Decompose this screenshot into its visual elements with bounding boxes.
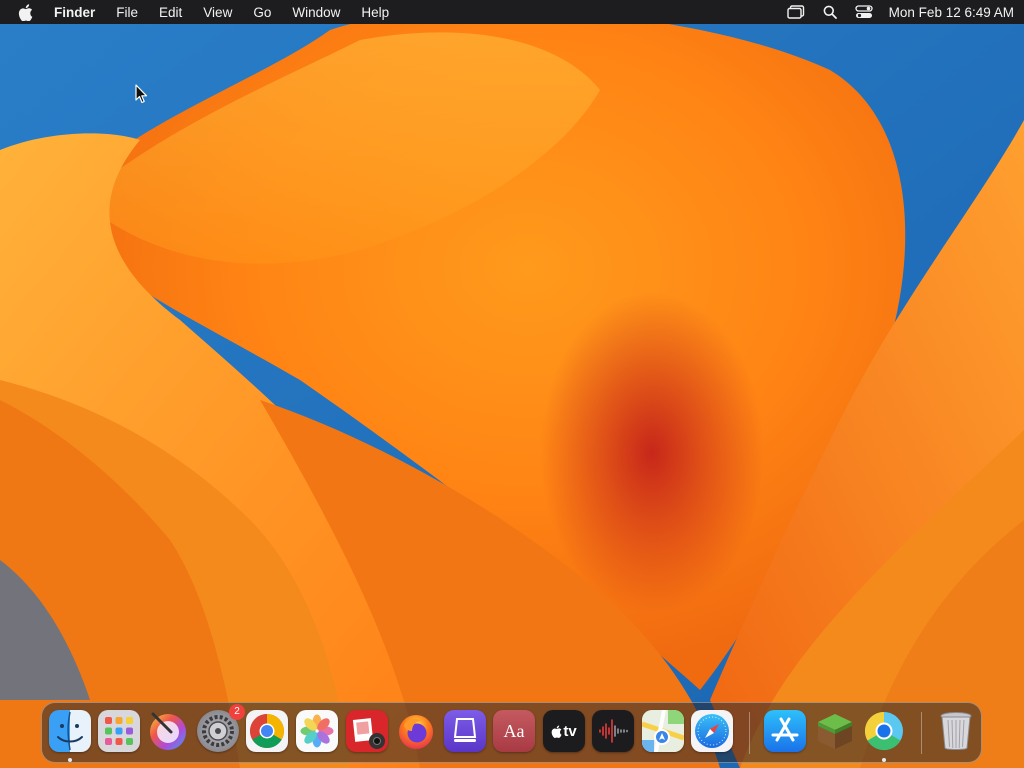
- dock-chrome[interactable]: [246, 710, 288, 752]
- chrome-beta-icon: [863, 710, 905, 752]
- menubar-clock[interactable]: Mon Feb 12 6:49 AM: [889, 5, 1014, 20]
- trash-icon: [935, 710, 977, 752]
- configurator-icon: [444, 710, 486, 752]
- photo-booth-icon: [346, 710, 388, 752]
- dock-divider: [921, 712, 922, 754]
- photos-icon: [296, 710, 338, 752]
- control-center-icon[interactable]: [855, 3, 873, 21]
- menu-edit[interactable]: Edit: [159, 5, 182, 20]
- dock-firefox[interactable]: [395, 710, 437, 752]
- maps-icon: [642, 710, 684, 752]
- desktop-wallpaper: [0, 0, 1024, 768]
- finder-icon: [49, 710, 91, 752]
- dock-minecraft[interactable]: [814, 710, 856, 752]
- app-store-icon: [764, 710, 806, 752]
- running-indicator: [68, 758, 72, 762]
- dock-configurator[interactable]: [444, 710, 486, 752]
- dock-photos[interactable]: [296, 710, 338, 752]
- dock: 2 Aa tv: [41, 702, 982, 763]
- menu-window[interactable]: Window: [292, 5, 340, 20]
- voice-memos-icon: [592, 710, 634, 752]
- menu-help[interactable]: Help: [361, 5, 389, 20]
- stage-manager-icon[interactable]: [786, 3, 805, 21]
- menu-file[interactable]: File: [116, 5, 138, 20]
- minecraft-icon: [814, 710, 856, 752]
- menu-view[interactable]: View: [203, 5, 232, 20]
- launchpad-icon: [98, 710, 140, 752]
- dock-system-settings[interactable]: 2: [197, 704, 245, 752]
- safari-icon: [691, 710, 733, 752]
- dock-finder[interactable]: [49, 710, 91, 762]
- firefox-icon: [395, 710, 437, 752]
- dock-app-store[interactable]: [764, 710, 806, 752]
- dictionary-label: Aa: [503, 720, 525, 741]
- dock-chrome-beta[interactable]: [863, 710, 905, 762]
- dock-safari[interactable]: [691, 710, 733, 752]
- apple-tv-label: tv: [563, 722, 577, 740]
- dock-pixelmator[interactable]: [147, 710, 189, 752]
- dock-launchpad[interactable]: [98, 710, 140, 752]
- dock-dictionary[interactable]: Aa: [493, 710, 535, 752]
- apple-tv-icon: tv: [543, 710, 585, 752]
- menu-finder[interactable]: Finder: [54, 5, 95, 20]
- dictionary-icon: Aa: [493, 710, 535, 752]
- dock-voice-memos[interactable]: [592, 710, 634, 752]
- menu-bar: Finder File Edit View Go Window Help Mon…: [0, 0, 1024, 24]
- dock-apple-tv[interactable]: tv: [543, 710, 585, 752]
- apple-logo-icon[interactable]: [18, 3, 34, 21]
- dock-divider: [749, 712, 750, 754]
- notification-badge: 2: [229, 704, 245, 720]
- pixelmator-icon: [147, 710, 189, 752]
- mouse-pointer-icon: [135, 84, 148, 104]
- chrome-icon: [246, 710, 288, 752]
- dock-trash[interactable]: [935, 710, 977, 752]
- dock-maps[interactable]: [642, 710, 684, 752]
- dock-photo-booth[interactable]: [346, 710, 388, 752]
- spotlight-search-icon[interactable]: [821, 3, 839, 21]
- menu-go[interactable]: Go: [253, 5, 271, 20]
- running-indicator: [882, 758, 886, 762]
